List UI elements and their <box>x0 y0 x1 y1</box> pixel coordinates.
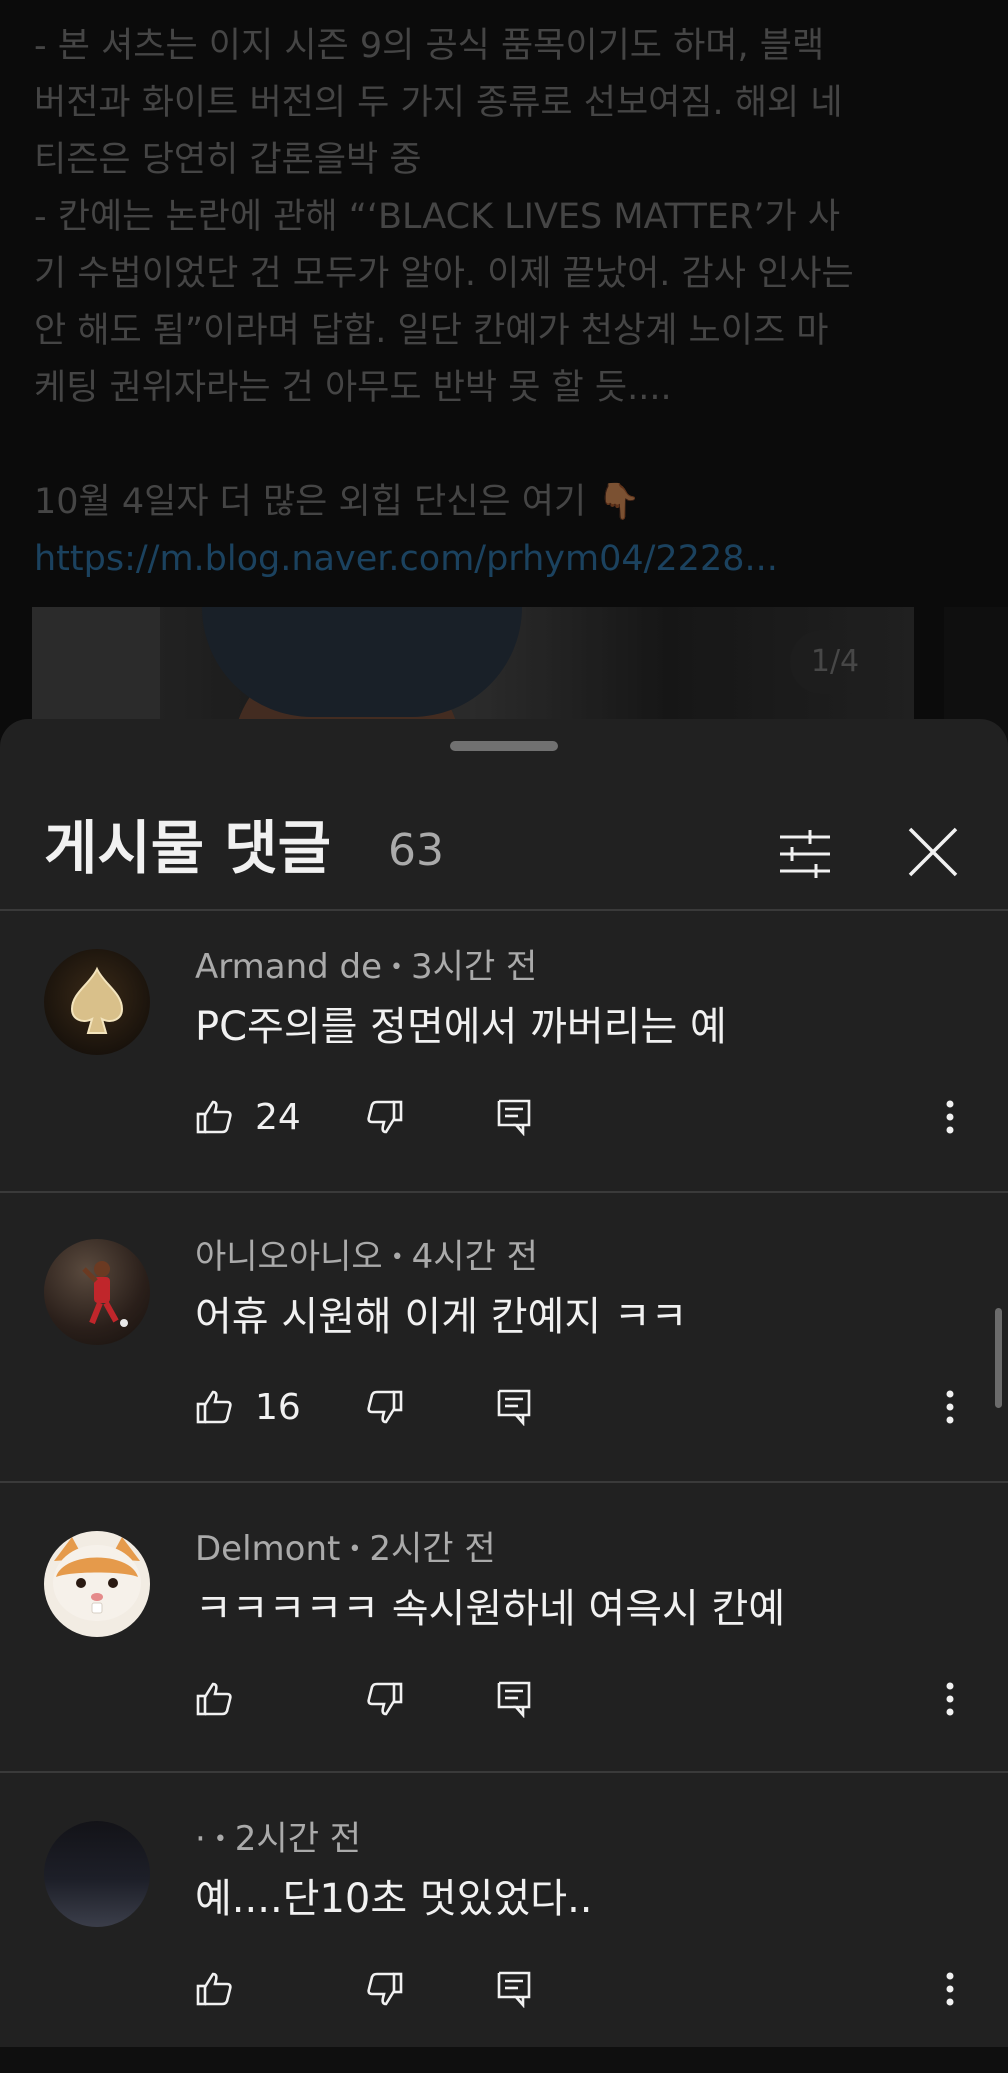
comment-text: ㅋㅋㅋㅋㅋ 속시원하네 여윽시 칸예 <box>195 1586 786 1632</box>
comment-divider <box>0 1191 1008 1193</box>
thumbs-up-icon <box>196 1972 232 2006</box>
comments-sheet: 게시물 댓글 63 Armand de • 3시간 전 PC주의를 정면에서 까버리… <box>0 719 1008 2047</box>
comment-count: 63 <box>388 825 444 876</box>
like-count: 16 <box>255 1386 301 1428</box>
thumbs-up-icon <box>196 1100 232 1134</box>
comment-time: 2시간 전 <box>234 1819 362 1859</box>
dislike-button[interactable] <box>366 1669 404 1729</box>
backdrop-scrim[interactable] <box>0 0 1008 740</box>
sheet-title: 게시물 댓글 <box>44 814 331 882</box>
reply-button[interactable] <box>496 1959 532 2019</box>
avatar[interactable] <box>44 1531 150 1637</box>
post-background: - 본 셔츠는 이지 시즌 9의 공식 품목이기도 하며, 블랙 버전과 화이트… <box>0 0 1008 767</box>
reply-icon <box>497 1971 531 2008</box>
comment-author[interactable]: Delmont <box>195 1529 340 1569</box>
comment-meta: · • 2시간 전 <box>195 1819 362 1859</box>
scrollbar[interactable] <box>995 1308 1002 1408</box>
comment-time: 2시간 전 <box>369 1529 496 1569</box>
more-options-button[interactable] <box>944 1087 956 1147</box>
reply-icon <box>497 1389 531 1426</box>
reply-button[interactable] <box>496 1669 532 1729</box>
more-vert-icon <box>946 1682 954 1716</box>
reply-icon <box>497 1099 531 1136</box>
drag-handle[interactable] <box>450 741 558 751</box>
like-button[interactable]: 16 <box>195 1377 301 1437</box>
comment-actions: 24 <box>0 1087 1008 1157</box>
more-vert-icon <box>946 1390 954 1424</box>
more-options-button[interactable] <box>944 1959 956 2019</box>
dislike-button[interactable] <box>366 1377 404 1437</box>
thumbs-up-icon <box>196 1682 232 1716</box>
comment-divider <box>0 1481 1008 1483</box>
close-icon <box>908 827 958 877</box>
avatar[interactable] <box>44 949 150 1055</box>
tune-icon <box>780 830 830 878</box>
reply-button[interactable] <box>496 1087 532 1147</box>
comment-author[interactable]: · <box>195 1819 206 1859</box>
comment-meta: 아니오아니오 • 4시간 전 <box>195 1237 538 1277</box>
avatar[interactable] <box>44 1239 150 1345</box>
comment-divider <box>0 1771 1008 1773</box>
like-button[interactable] <box>195 1669 255 1729</box>
comment-time: 4시간 전 <box>411 1237 538 1277</box>
dislike-button[interactable] <box>366 1959 404 2019</box>
more-options-button[interactable] <box>944 1377 956 1437</box>
sort-filter-button[interactable] <box>770 819 840 889</box>
comment-actions <box>0 1669 1008 1739</box>
close-button[interactable] <box>898 817 968 887</box>
thumbs-down-icon <box>367 1100 403 1134</box>
dislike-button[interactable] <box>366 1087 404 1147</box>
comment-item: Delmont • 2시간 전 ㅋㅋㅋㅋㅋ 속시원하네 여윽시 칸예 <box>0 1493 1008 1783</box>
comment-actions <box>0 1959 1008 2029</box>
comment-meta: Armand de • 3시간 전 <box>195 947 538 987</box>
thumbs-down-icon <box>367 1682 403 1716</box>
sheet-header: 게시물 댓글 63 <box>0 779 1008 909</box>
reply-icon <box>497 1681 531 1718</box>
thumbs-up-icon <box>196 1390 232 1424</box>
like-button[interactable]: 24 <box>195 1087 301 1147</box>
comment-text: 어휴 시원해 이게 칸예지 ㅋㅋ <box>195 1294 688 1340</box>
thumbs-down-icon <box>367 1390 403 1424</box>
like-button[interactable] <box>195 1959 255 2019</box>
like-count: 24 <box>255 1096 301 1138</box>
more-vert-icon <box>946 1972 954 2006</box>
comment-author[interactable]: Armand de <box>195 947 382 987</box>
comment-time: 3시간 전 <box>411 947 538 987</box>
more-vert-icon <box>946 1100 954 1134</box>
comment-item: · • 2시간 전 예....단10초 멋있었다.. <box>0 1783 1008 2073</box>
comment-item: 아니오아니오 • 4시간 전 어휴 시원해 이게 칸예지 ㅋㅋ 16 <box>0 1201 1008 1491</box>
avatar[interactable] <box>44 1821 150 1927</box>
reply-button[interactable] <box>496 1377 532 1437</box>
comment-author[interactable]: 아니오아니오 <box>195 1237 383 1277</box>
comment-item: Armand de • 3시간 전 PC주의를 정면에서 까버리는 예 24 <box>0 911 1008 1201</box>
thumbs-down-icon <box>367 1972 403 2006</box>
comment-text: 예....단10초 멋있었다.. <box>195 1876 593 1922</box>
comment-text: PC주의를 정면에서 까버리는 예 <box>195 1004 727 1050</box>
comment-meta: Delmont • 2시간 전 <box>195 1529 496 1569</box>
comment-actions: 16 <box>0 1377 1008 1447</box>
more-options-button[interactable] <box>944 1669 956 1729</box>
